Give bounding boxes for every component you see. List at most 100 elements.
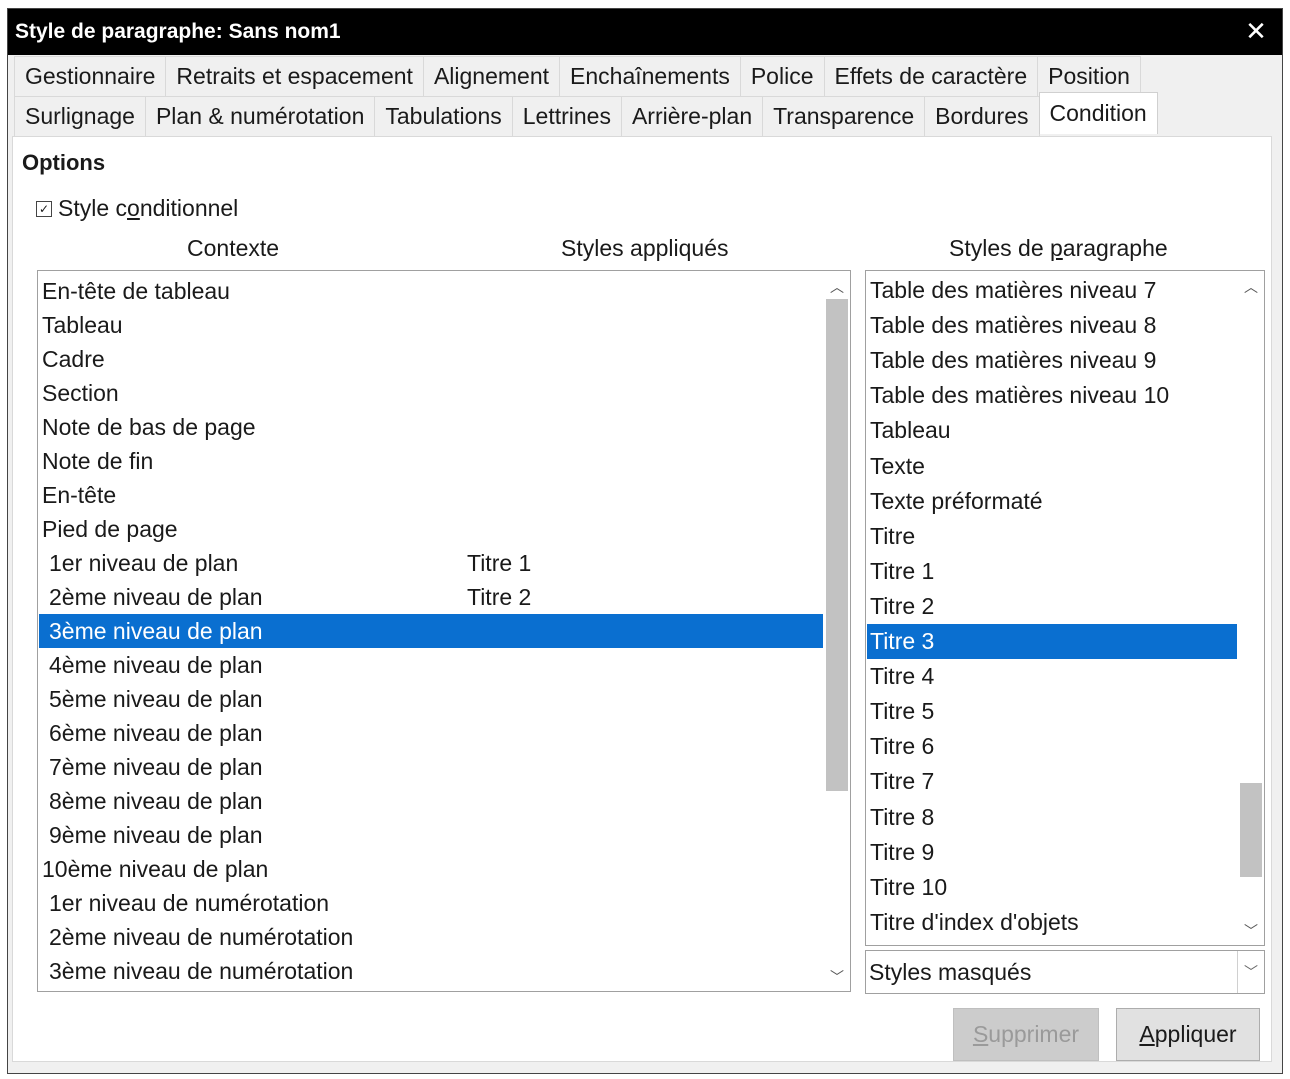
paragraph-style-item[interactable]: Titre 9 (867, 835, 1237, 870)
paragraph-style-item[interactable]: Titre 3 (867, 624, 1237, 659)
paragraph-style-item[interactable]: Titre 7 (867, 764, 1237, 799)
context-list-scrollbar[interactable]: ︿ ﹀ (824, 271, 850, 991)
tab-row-1: Gestionnaire Retraits et espacement Aligne… (14, 56, 1141, 96)
paragraph-style-item[interactable]: Titre 1 (867, 554, 1237, 589)
paragraph-style-item[interactable]: Tableau (867, 413, 1237, 448)
tab-row-2: Surlignage Plan & numérotation Tabulations… (14, 92, 1158, 136)
checkbox-check-icon[interactable]: ✓ (36, 200, 52, 217)
scroll-down-icon[interactable]: ﹀ (824, 965, 850, 989)
tab-condition[interactable]: Condition (1038, 92, 1158, 134)
applied-style-cell: Titre 1 (467, 549, 532, 576)
tab-alignement[interactable]: Alignement (422, 56, 561, 96)
context-column-header: Contexte (187, 235, 280, 261)
paragraph-style-item[interactable]: Titre 6 (867, 729, 1237, 764)
paragraph-style-item[interactable]: Texte préformaté (867, 484, 1237, 519)
context-row[interactable]: Pied de page (39, 512, 823, 546)
paragraph-style-item[interactable]: Titre 8 (867, 800, 1237, 835)
context-cell: 1er niveau de plan (49, 549, 239, 576)
scroll-down-icon[interactable]: ﹀ (1238, 919, 1264, 943)
context-row[interactable]: 2ème niveau de plan Titre 2 (39, 580, 823, 614)
dialog-title: Style de paragraphe: Sans nom1 (15, 20, 341, 43)
paragraph-style-item[interactable]: Table des matières niveau 10 (867, 378, 1237, 413)
context-cell: Section (42, 379, 119, 406)
context-cell: En-tête de tableau (42, 277, 230, 304)
context-cell: En-tête (42, 481, 117, 508)
paragraph-style-item[interactable]: Titre 10 (867, 870, 1237, 905)
context-row[interactable]: En-tête (39, 478, 823, 512)
paragraph-styles-header: Styles de paragraphe (949, 235, 1168, 261)
styles-filter-value: Styles masqués (869, 958, 1032, 985)
tab-gestionnaire[interactable]: Gestionnaire (14, 56, 167, 96)
paragraph-styles-list[interactable]: Table des matières niveau 7 Table des mat… (865, 270, 1265, 946)
context-cell: Note de bas de page (42, 413, 256, 440)
tab-transparence[interactable]: Transparence (762, 96, 926, 136)
context-row[interactable]: 1er niveau de plan Titre 1 (39, 546, 823, 580)
context-row[interactable]: 10ème niveau de plan (39, 852, 823, 886)
context-row[interactable]: Note de bas de page (39, 410, 823, 444)
paragraph-style-item[interactable]: Table des matières niveau 7 (867, 273, 1237, 308)
chevron-down-icon[interactable]: ﹀ (1237, 951, 1264, 993)
paragraph-style-item[interactable]: Table des matières niveau 9 (867, 343, 1237, 378)
context-row[interactable]: 3ème niveau de plan (39, 614, 823, 648)
paragraph-style-item[interactable]: Titre 2 (867, 589, 1237, 624)
apply-button[interactable]: Appliquer (1116, 1008, 1260, 1061)
paragraph-style-item[interactable]: Titre d'index d'objets (867, 905, 1237, 940)
tab-surlignage[interactable]: Surlignage (14, 96, 146, 136)
context-row[interactable]: 4ème niveau de plan (39, 648, 823, 682)
context-row[interactable]: En-tête de tableau (39, 274, 823, 308)
tab-arri-re-plan[interactable]: Arrière-plan (620, 96, 764, 136)
styles-filter-dropdown[interactable]: Styles masqués ﹀ (865, 950, 1265, 994)
paragraph-list-scrollbar[interactable]: ︿ ﹀ (1238, 271, 1264, 945)
context-row[interactable]: 7ème niveau de plan (39, 750, 823, 784)
paragraph-style-item[interactable]: Titre 5 (867, 694, 1237, 729)
context-row[interactable]: Tableau (39, 308, 823, 342)
paragraph-style-item[interactable]: Titre (867, 519, 1237, 554)
context-row[interactable]: 9ème niveau de plan (39, 818, 823, 852)
context-cell: 3ème niveau de plan (49, 617, 263, 644)
context-cell: 5ème niveau de plan (49, 685, 263, 712)
options-heading: Options (22, 150, 106, 175)
context-cell: 3ème niveau de numérotation (49, 957, 354, 984)
tab-encha-nements[interactable]: Enchaînements (559, 56, 741, 96)
context-cell: 9ème niveau de plan (49, 821, 263, 848)
title-bar[interactable]: Style de paragraphe: Sans nom1 ✕ (8, 9, 1282, 55)
scroll-thumb[interactable] (826, 299, 848, 791)
context-cell: Tableau (42, 311, 123, 338)
scroll-up-icon[interactable]: ︿ (824, 275, 850, 299)
context-row[interactable]: Note de fin (39, 444, 823, 478)
context-cell: 2ème niveau de plan (49, 583, 263, 610)
tab-retraits-et-espacement[interactable]: Retraits et espacement (165, 56, 424, 96)
context-cell: 6ème niveau de plan (49, 719, 263, 746)
tab-tabulations[interactable]: Tabulations (374, 96, 513, 136)
context-row[interactable]: 3ème niveau de numérotation (39, 954, 823, 988)
conditional-style-label: Style conditionnel (58, 195, 239, 221)
context-row[interactable]: 1er niveau de numérotation (39, 886, 823, 920)
tab-police[interactable]: Police (739, 56, 825, 96)
context-row[interactable]: 8ème niveau de plan (39, 784, 823, 818)
scroll-thumb[interactable] (1240, 783, 1262, 877)
tab-effets-de-caract-re[interactable]: Effets de caractère (823, 56, 1039, 96)
context-row[interactable]: 6ème niveau de plan (39, 716, 823, 750)
context-row[interactable]: 5ème niveau de plan (39, 682, 823, 716)
context-cell: Pied de page (42, 515, 178, 542)
delete-button[interactable]: Supprimer (953, 1008, 1099, 1061)
conditional-style-checkbox[interactable]: ✓ Style conditionnel (36, 195, 238, 222)
context-list[interactable]: En-tête de tableau Tableau Cadre Section Not… (37, 270, 851, 992)
context-row[interactable]: Section (39, 376, 823, 410)
context-cell: 4ème niveau de plan (49, 651, 263, 678)
context-row[interactable]: 2ème niveau de numérotation (39, 920, 823, 954)
tab-plan-num-rotation[interactable]: Plan & numérotation (144, 96, 376, 136)
context-cell: 7ème niveau de plan (49, 753, 263, 780)
applied-style-cell: Titre 2 (467, 583, 532, 610)
tab-bordures[interactable]: Bordures (924, 96, 1040, 136)
tab-lettrines[interactable]: Lettrines (511, 96, 622, 136)
paragraph-style-item[interactable]: Titre 4 (867, 659, 1237, 694)
context-row[interactable]: Cadre (39, 342, 823, 376)
tab-position[interactable]: Position (1037, 56, 1141, 96)
paragraph-style-item[interactable]: Texte (867, 449, 1237, 484)
context-cell: Note de fin (42, 447, 154, 474)
paragraph-style-item[interactable]: Table des matières niveau 8 (867, 308, 1237, 343)
applied-styles-column-header: Styles appliqués (561, 235, 729, 261)
close-icon[interactable]: ✕ (1240, 15, 1272, 47)
scroll-up-icon[interactable]: ︿ (1238, 275, 1264, 299)
